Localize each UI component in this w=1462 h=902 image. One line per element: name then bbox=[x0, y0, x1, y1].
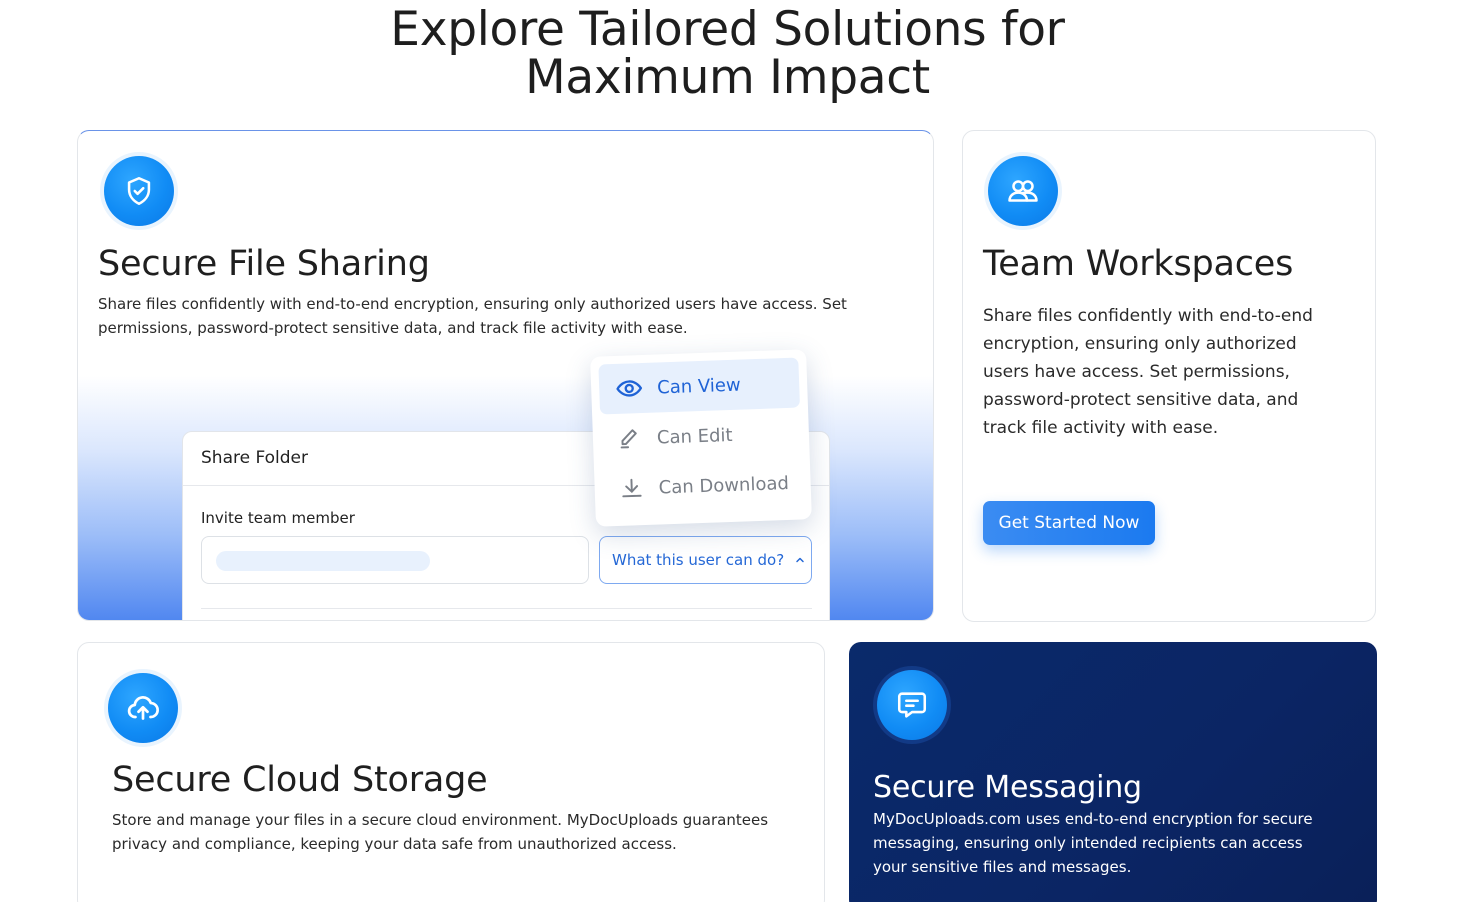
menu-item-can-view[interactable]: Can View bbox=[598, 357, 800, 415]
menu-item-label: Can Download bbox=[658, 472, 790, 498]
menu-item-can-download[interactable]: Can Download bbox=[602, 457, 804, 514]
eye-icon bbox=[616, 380, 643, 397]
secure-cloud-storage-card: Secure Cloud Storage Store and manage yo… bbox=[77, 642, 825, 902]
cloud-upload-icon bbox=[127, 696, 159, 720]
secure-messaging-card: Secure Messaging MyDocUploads.com uses e… bbox=[849, 642, 1377, 902]
card-title: Team Workspaces bbox=[983, 244, 1294, 284]
pencil-icon bbox=[620, 429, 637, 449]
invite-label: Invite team member bbox=[201, 509, 355, 527]
card-title: Secure File Sharing bbox=[98, 244, 430, 284]
card-description: Share files confidently with end-to-end … bbox=[983, 306, 1313, 438]
card-title: Secure Messaging bbox=[873, 770, 1142, 805]
message-icon-badge bbox=[873, 666, 951, 744]
menu-item-label: Can View bbox=[656, 374, 741, 398]
chevron-up-icon bbox=[796, 557, 804, 563]
card-title: Secure Cloud Storage bbox=[112, 760, 488, 800]
shield-check-icon bbox=[127, 176, 151, 206]
users-icon-badge bbox=[984, 152, 1062, 230]
download-icon bbox=[622, 478, 642, 498]
team-workspaces-card: Team Workspaces Share files confidently … bbox=[962, 130, 1376, 622]
menu-item-label: Can Edit bbox=[656, 424, 733, 449]
menu-item-can-edit[interactable]: Can Edit bbox=[600, 408, 802, 465]
page-title-line-1: Explore Tailored Solutions for bbox=[390, 2, 1065, 57]
message-icon bbox=[897, 692, 927, 718]
page-title: Explore Tailored Solutions for Maximum I… bbox=[0, 6, 1455, 102]
card-description: Share files confidently with end-to-end … bbox=[98, 295, 847, 337]
permission-menu: Can View Can Edit Can Download bbox=[590, 349, 812, 527]
get-started-button[interactable]: Get Started Now bbox=[983, 501, 1155, 545]
divider bbox=[201, 608, 812, 609]
shield-check-icon-badge bbox=[100, 152, 178, 230]
card-description: MyDocUploads.com uses end-to-end encrypt… bbox=[873, 810, 1313, 876]
secure-file-sharing-card: Secure File Sharing Share files confiden… bbox=[77, 130, 934, 621]
card-description: Store and manage your files in a secure … bbox=[112, 811, 769, 853]
cloud-upload-icon-badge bbox=[104, 669, 182, 747]
page-title-line-2: Maximum Impact bbox=[525, 50, 930, 105]
permission-select[interactable]: What this user can do? bbox=[599, 536, 812, 584]
invite-input[interactable] bbox=[201, 536, 589, 584]
permission-select-label: What this user can do? bbox=[612, 551, 785, 569]
users-icon bbox=[1008, 180, 1038, 202]
